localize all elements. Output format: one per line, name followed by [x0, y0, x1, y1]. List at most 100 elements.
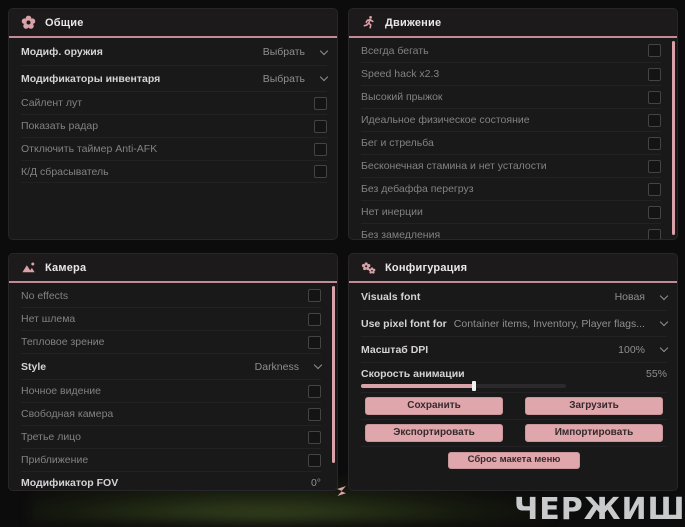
scrollbar[interactable] [332, 286, 335, 463]
setting-label: Visuals font [361, 291, 421, 303]
setting-label: Масштаб DPI [361, 343, 429, 356]
dropdown-row: Модификаторы инвентаря Выбрать [21, 65, 329, 91]
option-label: Без дебаффа перегруз [361, 183, 474, 195]
panel-general: Общие Модиф. оружия Выбрать Модификаторы ин… [8, 8, 338, 240]
dropdown[interactable]: 100% [618, 343, 669, 356]
checkbox[interactable] [648, 67, 661, 81]
dropdown-row: Visuals font Новая [361, 284, 669, 310]
dropdown-row: Style Darkness [21, 353, 323, 379]
checkbox[interactable] [648, 136, 661, 150]
chevron-down-icon [319, 46, 329, 55]
chevron-down-icon [659, 317, 669, 327]
checkbox[interactable] [648, 159, 661, 173]
panels-grid: Общие Модиф. оружия Выбрать Модификаторы ин… [8, 8, 678, 491]
checkbox-row: Без замедления [361, 223, 661, 240]
dropdown-row: Модиф. оружия Выбрать [21, 39, 329, 65]
checkbox[interactable] [308, 430, 321, 444]
checkbox[interactable] [648, 44, 661, 57]
panel-title: Конфигурация [385, 261, 468, 274]
option-label: Высокий прыжок [361, 91, 443, 103]
option-label: Тепловое зрение [21, 336, 105, 348]
option-label: Бесконечная стамина и нет усталости [361, 160, 547, 172]
setting-label: Style [21, 360, 47, 373]
slider-label: Модификатор FOV [21, 476, 119, 489]
checkbox-row: Бег и стрельба [361, 131, 661, 154]
panel-body: Всегда бегать Speed hack x2.3 Высокий прыж… [349, 38, 677, 239]
checkbox-row: Speed hack x2.3 [361, 62, 661, 85]
dropdown[interactable]: Выбрать [263, 72, 329, 85]
checkbox-row: Идеальное физическое состояние [361, 108, 661, 131]
import-button[interactable]: Импортировать [525, 424, 663, 442]
checkbox-row: Бесконечная стамина и нет усталости [361, 154, 661, 177]
option-label: Без замедления [361, 229, 441, 240]
checkbox-row: Нет инерции [361, 200, 661, 223]
panel-body: Модиф. оружия Выбрать Модификаторы инвента… [9, 38, 337, 239]
export-button[interactable]: Экспортировать [365, 424, 503, 442]
chevron-down-icon [319, 72, 329, 82]
panel-movement: Движение Всегда бегать Speed hack x2.3 Высо… [348, 8, 678, 240]
slider-handle[interactable] [19, 489, 23, 490]
dropdown[interactable]: Новая [614, 291, 669, 303]
checkbox-row: К/Д сбрасыватель [21, 160, 327, 183]
checkbox-row: Свободная камера [21, 402, 321, 425]
checkbox[interactable] [308, 407, 321, 421]
panel-body: Visuals font Новая Use pixel font for Conta… [349, 283, 677, 490]
panel-header: Камера [9, 254, 337, 283]
buttons-row: Сохранить Загрузить [361, 392, 667, 419]
panel-config: Конфигурация Visuals font Новая Use pixel f… [348, 253, 678, 491]
runner-icon [361, 15, 376, 30]
dropdown-value: 100% [618, 343, 645, 356]
save-button[interactable]: Сохранить [365, 397, 503, 415]
dropdown-value: Container items, Inventory, Player flags… [453, 317, 645, 330]
chevron-down-icon [659, 291, 669, 300]
checkbox-row: No effects [21, 284, 321, 307]
slider-track[interactable] [361, 380, 566, 391]
panel-header: Конфигурация [349, 254, 677, 283]
option-label: К/Д сбрасыватель [21, 165, 109, 178]
checkbox[interactable] [648, 205, 661, 219]
panel-title: Камера [45, 261, 87, 274]
dropdown-value: Новая [614, 291, 645, 303]
checkbox[interactable] [308, 289, 321, 302]
dropdown-value: Выбрать [262, 46, 305, 58]
slider-handle[interactable] [471, 380, 476, 391]
checkbox-row: Третье лицо [21, 425, 321, 448]
checkbox[interactable] [308, 384, 321, 398]
slider-label: Скорость анимации [361, 367, 465, 380]
checkbox-row: Тепловое зрение [21, 330, 321, 353]
checkbox-row: Ночное видение [21, 379, 321, 402]
checkbox[interactable] [308, 312, 321, 326]
checkbox[interactable] [314, 142, 327, 156]
option-label: Идеальное физическое состояние [361, 114, 530, 126]
setting-label: Модиф. оружия [21, 46, 103, 58]
checkbox[interactable] [648, 228, 661, 239]
background-watermark: ЧЕРЖИШЕ [514, 492, 685, 527]
checkbox[interactable] [314, 96, 327, 110]
checkbox[interactable] [308, 335, 321, 349]
checkbox[interactable] [648, 182, 661, 196]
dropdown-row: Масштаб DPI 100% [361, 336, 669, 362]
scrollbar[interactable] [672, 41, 675, 235]
checkbox[interactable] [314, 165, 327, 178]
checkbox-row: Показать радар [21, 114, 327, 137]
checkbox[interactable] [308, 453, 321, 467]
checkbox[interactable] [648, 90, 661, 104]
dropdown[interactable]: Выбрать [262, 46, 329, 58]
slider-fill [361, 383, 474, 388]
checkbox-row: Приближение [21, 448, 321, 471]
checkbox[interactable] [648, 113, 661, 127]
slider-row: Скорость анимации 55% [361, 362, 667, 392]
dropdown[interactable]: Darkness [254, 360, 323, 373]
slider-header: Скорость анимации 55% [361, 368, 667, 380]
dropdown-value: Darkness [254, 360, 299, 373]
panel-title: Общие [45, 16, 84, 29]
option-label: Третье лицо [21, 431, 81, 443]
checkbox-row: Нет шлема [21, 307, 321, 330]
dropdown-row: Use pixel font for Container items, Inven… [361, 310, 669, 336]
checkbox[interactable] [314, 119, 327, 133]
reset-menu-layout-button[interactable]: Сброс макета меню [448, 451, 580, 469]
checkbox-row: Высокий прыжок [361, 85, 661, 108]
panel-header: Движение [349, 9, 677, 38]
load-button[interactable]: Загрузить [525, 397, 663, 415]
dropdown[interactable]: Container items, Inventory, Player flags… [453, 317, 669, 330]
